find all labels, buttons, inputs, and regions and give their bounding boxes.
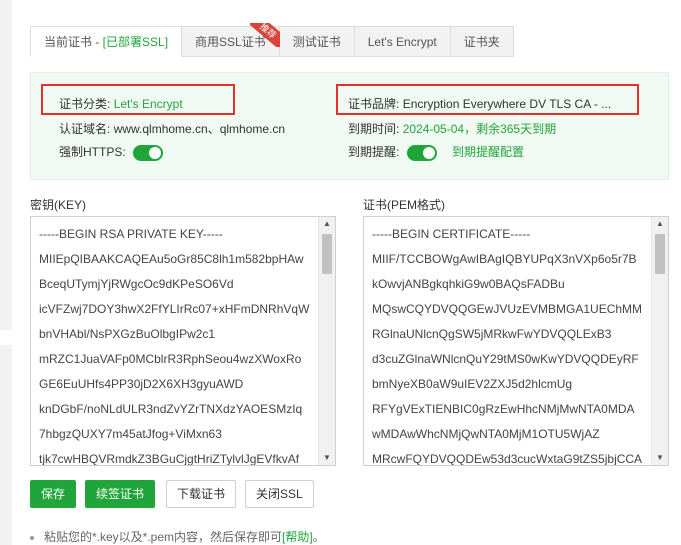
save-button[interactable]: 保存 [30, 480, 77, 508]
key-line: mRZC1JuaVAFp0MCblrR3RphSeou4wzXWoxRo [39, 352, 302, 366]
cert-expire-row: 到期时间: 2024-05-04，剩余365天到期 [348, 120, 556, 137]
close-ssl-button[interactable]: 关闭SSL [245, 480, 314, 508]
tab-current-cert-label: 当前证书 - [44, 35, 103, 49]
remind-config-link[interactable]: 到期提醒配置 [452, 145, 524, 159]
force-https-label: 强制HTTPS: [59, 145, 126, 159]
force-https-toggle[interactable] [133, 144, 164, 161]
cert-line: MQswCQYDVQQGEwJVUzEVMBMGA1UEChMM [372, 302, 643, 316]
cert-line: MIIF/TCCBOWgAwIBAgIQBYUPqX3nVXp6o5r7B [372, 252, 637, 266]
key-line: MIIEpQIBAAKCAQEAu5oGr85C8lh1m582bpHAw [39, 252, 304, 266]
key-content: -----BEGIN RSA PRIVATE KEY----- MIIEpQIB… [39, 222, 315, 466]
tab-test-cert-label: 测试证书 [292, 35, 341, 49]
left-gutter [0, 0, 12, 330]
cert-expire-label: 到期时间: [348, 122, 400, 136]
cert-domain-label: 认证域名: [59, 122, 111, 136]
deployed-status: [已部署SSL] [102, 35, 169, 49]
tip-text: 粘贴您的*.key以及*.pem内容，然后保存即可 [44, 530, 283, 544]
tab-lets-encrypt[interactable]: Let's Encrypt [354, 26, 451, 57]
category-highlight [41, 84, 235, 115]
tab-test-cert[interactable]: 测试证书 [279, 26, 355, 57]
tab-commercial-ssl[interactable]: 商用SSL证书 推荐 [182, 23, 280, 57]
key-line: tjk7cwHBQVRmdkZ3BGuCjgtHriZTylvlJgEVfkvA… [39, 452, 300, 466]
bullet-icon [30, 535, 34, 540]
scroll-up-icon[interactable]: ▲ [652, 217, 668, 231]
tab-cert-folder[interactable]: 证书夹 [450, 26, 514, 57]
cert-line: d3cuZGlnaWNlcnQuY29tMS0wKwYDVQQDEyRF [372, 352, 639, 366]
cert-line: kOwvjANBgkqhkiG9w0BAQsFADBu [372, 277, 565, 291]
cert-line: wMDAwWhcNMjQwNTA0MjM1OTU5WjAZ [372, 427, 600, 441]
expire-remind-row: 到期提醒: 到期提醒配置 [348, 143, 524, 161]
key-label: 密钥(KEY) [30, 198, 87, 212]
key-line: -----BEGIN RSA PRIVATE KEY----- [39, 227, 223, 241]
cert-line: RFYgVExTIENBIC0gRzEwHhcNMjMwNTA0MDA [372, 402, 635, 416]
key-line: BceqUTymjYjRWgcOc9dKPeSO6Vd [39, 277, 234, 291]
scroll-thumb[interactable] [322, 234, 332, 274]
cert-textarea[interactable]: -----BEGIN CERTIFICATE----- MIIF/TCCBOWg… [363, 216, 669, 466]
expire-remind-label: 到期提醒: [348, 145, 400, 159]
left-gutter-lower [0, 345, 12, 545]
brand-highlight [336, 84, 639, 115]
cert-domain-value: www.qlmhome.cn、qlmhome.cn [113, 122, 286, 136]
key-textarea[interactable]: -----BEGIN RSA PRIVATE KEY----- MIIEpQIB… [30, 216, 336, 466]
key-line: GE6EuUHfs4PP30jD2X6XH3gyuAWD [39, 377, 244, 391]
key-scrollbar[interactable]: ▲ ▼ [318, 217, 335, 465]
recommend-badge: 推荐 [249, 23, 280, 47]
cert-expire-value: 2024-05-04，剩余365天到期 [402, 122, 557, 136]
tab-lets-encrypt-label: Let's Encrypt [367, 35, 437, 49]
scroll-thumb[interactable] [655, 234, 665, 274]
key-line: 7hbgzQUXY7m45atJfog+ViMxn63 [39, 427, 222, 441]
force-https-row: 强制HTTPS: [59, 143, 164, 161]
cert-label: 证书(PEM格式) [363, 198, 445, 212]
cert-domain-row: 认证域名: www.qlmhome.cn、qlmhome.cn [59, 120, 285, 137]
cert-line: bmNyeXB0aW9uIEV2ZXJ5d2hlcmUg [372, 377, 573, 391]
tab-current-cert[interactable]: 当前证书 - [已部署SSL] [30, 26, 183, 57]
tab-cert-folder-label: 证书夹 [463, 35, 500, 49]
scroll-down-icon[interactable]: ▼ [652, 451, 668, 465]
recommend-badge-text: 推荐 [249, 23, 280, 47]
cert-line: -----BEGIN CERTIFICATE----- [372, 227, 531, 241]
key-line: bnVHAbl/NsPXGzBuOlbgIPw2c1 [39, 327, 216, 341]
expire-remind-toggle[interactable] [406, 144, 437, 161]
cert-line: RGlnaUNlcnQgSW5jMRkwFwYDVQQLExB3 [372, 327, 612, 341]
cert-scrollbar[interactable]: ▲ ▼ [651, 217, 668, 465]
help-tip: 粘贴您的*.key以及*.pem内容，然后保存即可[帮助]。 [30, 528, 325, 545]
tip-end: 。 [312, 530, 325, 544]
help-link[interactable]: [帮助] [282, 530, 313, 544]
renew-cert-button[interactable]: 续签证书 [85, 480, 156, 508]
download-cert-button[interactable]: 下载证书 [166, 480, 237, 508]
cert-content: -----BEGIN CERTIFICATE----- MIIF/TCCBOWg… [372, 222, 648, 466]
scroll-up-icon[interactable]: ▲ [319, 217, 335, 231]
ssl-tabs: 当前证书 - [已部署SSL] 商用SSL证书 推荐 测试证书 Let's En… [30, 23, 514, 57]
scroll-down-icon[interactable]: ▼ [319, 451, 335, 465]
key-line: knDGbF/noNLdULR3ndZvYZrTNXdzYAOESMzIq [39, 402, 303, 416]
key-line: icVFZwj7DOY3hwX2FfYLIrRc07+xHFmDNRhVqW [39, 302, 310, 316]
cert-line: MRcwFQYDVQQDEw53d3cucWxtaG9tZS5jbjCCA [372, 452, 643, 466]
